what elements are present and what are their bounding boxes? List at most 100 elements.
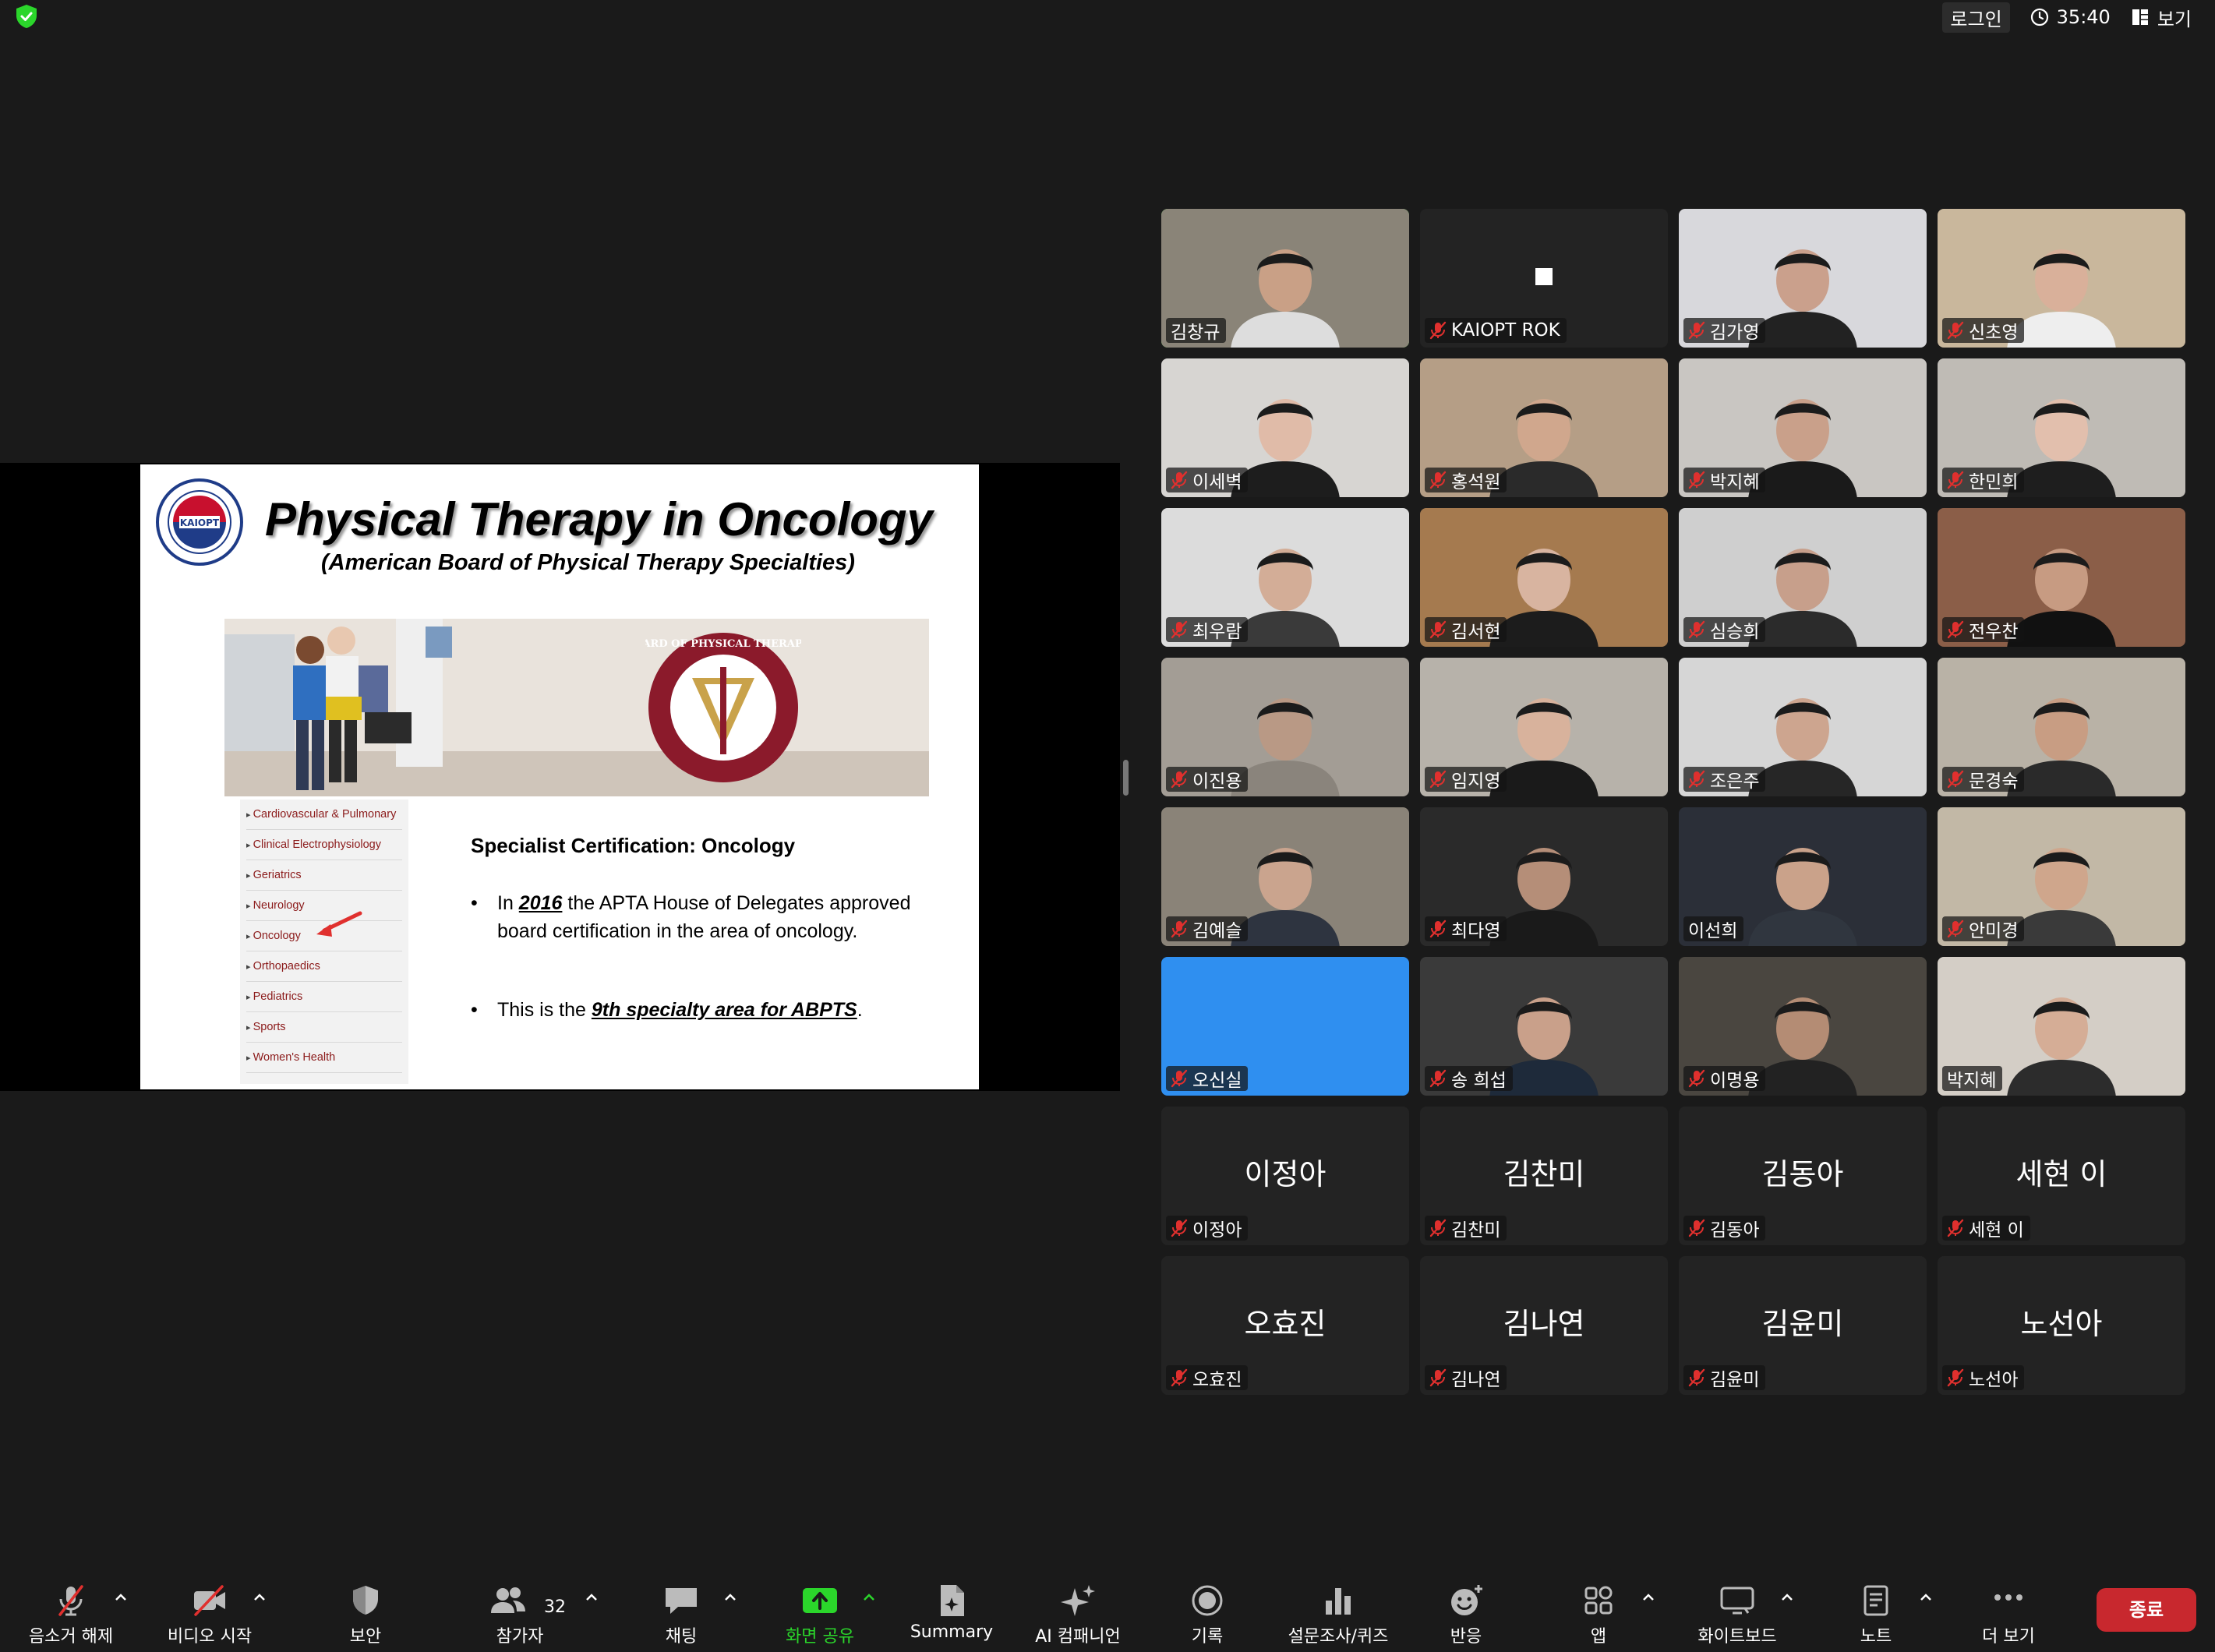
participant-display-name: 김나연: [1503, 1307, 1585, 1341]
shield-icon: [353, 1586, 378, 1615]
participants-button[interactable]: 32 참가자: [461, 1576, 578, 1649]
participants-icon: [491, 1587, 525, 1613]
whiteboard-options-caret-icon[interactable]: [1779, 1591, 1796, 1604]
participant-display-name: 세현 이: [2015, 1157, 2107, 1191]
participant-tile[interactable]: 송 희섭: [1420, 957, 1668, 1096]
start-video-button[interactable]: 비디오 시작: [151, 1576, 268, 1649]
end-meeting-button[interactable]: 종료: [2097, 1588, 2196, 1632]
participant-tile[interactable]: 조은주: [1679, 658, 1927, 796]
unmute-button[interactable]: 음소거 해제: [12, 1576, 129, 1649]
participant-tile[interactable]: 한민희: [1938, 358, 2185, 497]
participants-options-caret-icon[interactable]: [583, 1591, 600, 1604]
reactions-button[interactable]: 반응: [1408, 1576, 1524, 1649]
bullet-2: • This is the 9th specialty area for ABP…: [471, 999, 863, 1021]
participant-tile[interactable]: 김창규: [1161, 209, 1409, 348]
participant-name-tag: KAIOPT ROK: [1425, 318, 1567, 343]
specialty-list: Cardiovascular & Pulmonary Clinical Elec…: [240, 800, 408, 1084]
participant-tile[interactable]: 박지혜: [1679, 358, 1927, 497]
participant-tile[interactable]: 김동아 김동아: [1679, 1107, 1927, 1245]
participant-display-name: 김찬미: [1503, 1157, 1585, 1191]
record-button[interactable]: 기록: [1149, 1576, 1266, 1649]
participant-tile[interactable]: 김예슬: [1161, 807, 1409, 946]
participant-name: 이선희: [1688, 921, 1738, 941]
participant-tile[interactable]: 심승희: [1679, 508, 1927, 647]
participant-name: 김서현: [1451, 622, 1501, 642]
participant-tile[interactable]: 이명용: [1679, 957, 1927, 1096]
microphone-muted-icon: [1171, 1069, 1188, 1088]
chat-bubble-icon: [666, 1588, 697, 1614]
meeting-timer: 35:40: [2030, 6, 2111, 28]
participant-tile[interactable]: 이정아 이정아: [1161, 1107, 1409, 1245]
participant-name-tag: 이진용: [1166, 767, 1249, 792]
participant-tile[interactable]: 박지혜: [1938, 957, 2185, 1096]
resize-handle[interactable]: [1123, 760, 1129, 796]
microphone-muted-icon: [1688, 1219, 1705, 1237]
participant-tile[interactable]: 안미경: [1938, 807, 2185, 946]
participant-tile[interactable]: 문경숙: [1938, 658, 2185, 796]
participant-name: 신초영: [1969, 323, 2019, 343]
ai-companion-button[interactable]: AI 컴패니언: [1019, 1576, 1136, 1649]
security-label: 보안: [349, 1627, 382, 1647]
participant-tile[interactable]: 이세벽: [1161, 358, 1409, 497]
participant-name-tag: 홍석원: [1425, 468, 1507, 492]
more-button[interactable]: 더 보기: [1950, 1576, 2067, 1649]
participant-tile[interactable]: 세현 이 세현 이: [1938, 1107, 2185, 1245]
chat-options-caret-icon[interactable]: [722, 1591, 739, 1604]
summary-button[interactable]: Summary: [893, 1576, 1010, 1649]
participant-tile[interactable]: 오효진 오효진: [1161, 1256, 1409, 1395]
participant-name: 박지혜: [1710, 472, 1760, 492]
microphone-muted-icon: [1171, 1368, 1188, 1387]
share-screen-button[interactable]: 화면 공유: [761, 1576, 878, 1649]
audio-options-caret-icon[interactable]: [112, 1591, 129, 1604]
participant-tile[interactable]: 김윤미 김윤미: [1679, 1256, 1927, 1395]
participant-tile[interactable]: 김나연 김나연: [1420, 1256, 1668, 1395]
security-shield-icon[interactable]: [14, 3, 39, 30]
participant-tile[interactable]: 노선아 노선아: [1938, 1256, 2185, 1395]
whiteboard-button[interactable]: 화이트보드: [1679, 1576, 1796, 1649]
participant-name: 김윤미: [1710, 1370, 1760, 1390]
participant-name: 심승희: [1710, 622, 1760, 642]
participant-tile[interactable]: 오신실: [1161, 957, 1409, 1096]
participant-tile[interactable]: 김가영: [1679, 209, 1927, 348]
more-label: 더 보기: [1982, 1627, 2035, 1647]
video-options-caret-icon[interactable]: [251, 1591, 268, 1604]
share-options-caret-icon[interactable]: [860, 1591, 878, 1604]
participant-tile[interactable]: KAIOPT ROK: [1420, 209, 1668, 348]
participant-display-name: 김윤미: [1761, 1307, 1844, 1341]
whiteboard-icon: [1720, 1587, 1754, 1615]
participant-name-tag: 이선희: [1683, 916, 1744, 941]
slide-subtitle: (American Board of Physical Therapy Spec…: [321, 550, 855, 575]
chat-button[interactable]: 채팅: [623, 1576, 740, 1649]
login-button[interactable]: 로그인: [1942, 2, 2010, 33]
apps-options-caret-icon[interactable]: [1640, 1591, 1657, 1604]
participant-tile[interactable]: 최우람: [1161, 508, 1409, 647]
participant-name: 노선아: [1969, 1370, 2019, 1390]
participant-tile[interactable]: 최다영: [1420, 807, 1668, 946]
participant-tile[interactable]: 임지영: [1420, 658, 1668, 796]
participant-tile[interactable]: 전우찬: [1938, 508, 2185, 647]
participant-tile[interactable]: 홍석원: [1420, 358, 1668, 497]
microphone-muted-icon: [1688, 471, 1705, 489]
microphone-muted-icon: [1947, 770, 1964, 789]
participants-count: 32: [544, 1597, 566, 1617]
notes-options-caret-icon[interactable]: [1917, 1591, 1934, 1604]
participant-name: 한민희: [1969, 472, 2019, 492]
view-button[interactable]: 보기: [2131, 4, 2192, 31]
participant-tile[interactable]: 신초영: [1938, 209, 2185, 348]
participant-tile[interactable]: 김찬미 김찬미: [1420, 1107, 1668, 1245]
microphone-muted-icon: [1429, 321, 1447, 340]
polls-button[interactable]: 설문조사/퀴즈: [1280, 1576, 1397, 1649]
participant-tile[interactable]: 이진용: [1161, 658, 1409, 796]
microphone-muted-icon: [1947, 471, 1964, 489]
apps-button[interactable]: 앱: [1540, 1576, 1657, 1649]
participant-name-tag: 최다영: [1425, 916, 1507, 941]
participant-name-tag: 임지영: [1425, 767, 1507, 792]
security-button[interactable]: 보안: [307, 1576, 424, 1649]
view-label: 보기: [2157, 8, 2192, 30]
notes-button[interactable]: 노트: [1818, 1576, 1934, 1649]
participant-tile[interactable]: 김서현: [1420, 508, 1668, 647]
slide-photo: AMERICAN BOARD OF PHYSICAL THERAPY SPECI…: [224, 619, 929, 796]
participant-name-tag: 조은주: [1683, 767, 1766, 792]
microphone-muted-icon: [1947, 321, 1964, 340]
participant-tile[interactable]: 이선희: [1679, 807, 1927, 946]
